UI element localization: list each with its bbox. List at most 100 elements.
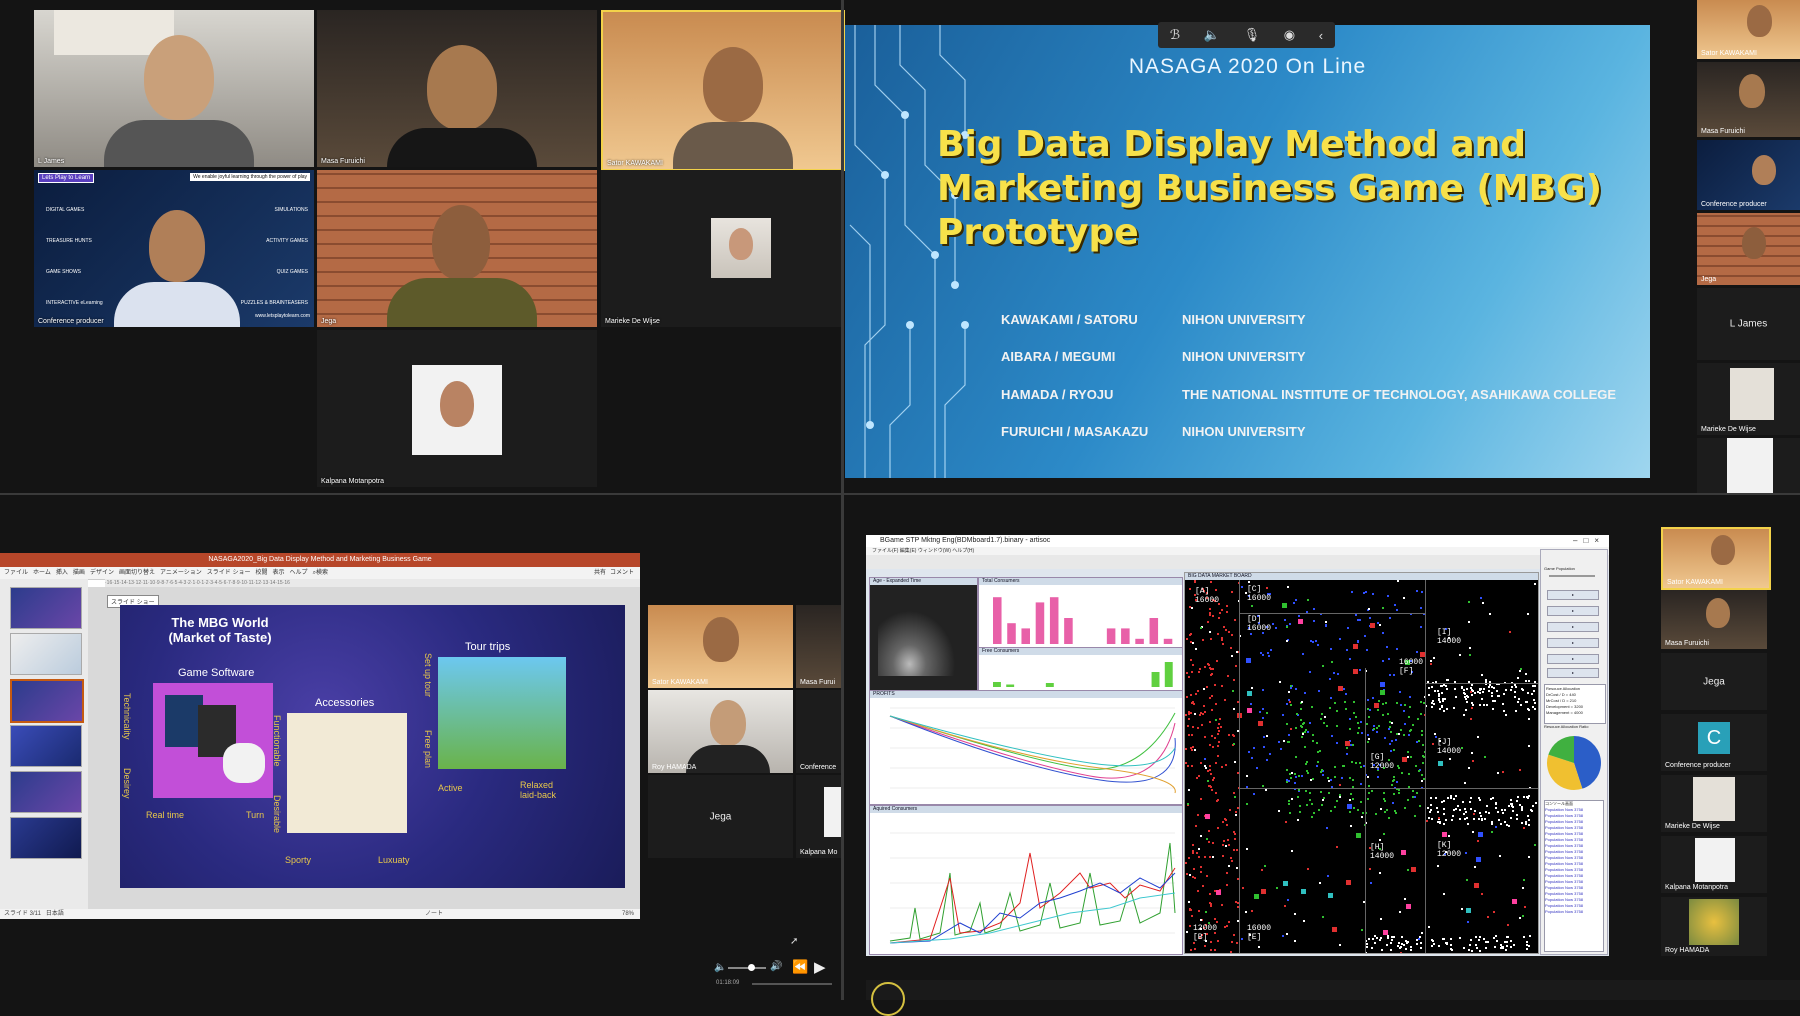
consumer-dot xyxy=(1189,633,1192,636)
ribbon-tab[interactable]: スライド ショー xyxy=(207,570,251,576)
control-button[interactable]: ▸ xyxy=(1547,590,1599,600)
br-tile-marieke[interactable]: Marieke De Wijse xyxy=(1661,775,1767,832)
br-tile-kalpana[interactable]: Kalpana Motanpotra xyxy=(1661,836,1767,893)
minimize-icon[interactable]: – xyxy=(1573,536,1583,545)
maximize-icon[interactable]: □ xyxy=(1583,536,1594,545)
video-tile-sator-kawakami[interactable]: Sator KAWAKAMI xyxy=(601,10,845,171)
participant-face xyxy=(440,381,474,427)
bluetooth-icon[interactable]: ℬ xyxy=(1170,27,1180,43)
strip-tile-sator[interactable]: Sator KAWAKAMI xyxy=(1697,0,1800,59)
bl-tile-conference[interactable]: Conference xyxy=(796,690,841,773)
video-tile-marieke[interactable]: Marieke De Wijse xyxy=(601,170,841,327)
ribbon-tab[interactable]: アニメーション xyxy=(160,570,202,576)
slide-thumbnail[interactable] xyxy=(10,587,82,629)
population-slider[interactable] xyxy=(1549,575,1595,577)
bl-tile-jega[interactable]: Jega xyxy=(648,775,793,858)
record-icon[interactable] xyxy=(871,982,905,1016)
rewind-icon[interactable]: ⏪ xyxy=(792,959,808,975)
microphone-icon[interactable]: 🎙 xyxy=(1244,27,1261,43)
consumer-dot xyxy=(1480,817,1483,820)
control-button[interactable]: ▸ xyxy=(1547,668,1599,678)
consumer-dot xyxy=(1472,813,1475,816)
consumer-dot xyxy=(1396,648,1399,651)
control-button[interactable]: ▸ xyxy=(1547,638,1599,648)
broadcast-icon[interactable]: ◉ xyxy=(1284,27,1295,43)
consumer-dot xyxy=(1285,703,1288,706)
video-tile-kalpana[interactable]: Kalpana Motanpotra xyxy=(317,330,597,487)
control-button[interactable]: ▸ xyxy=(1547,622,1599,632)
ribbon-tab[interactable]: 描画 xyxy=(73,570,85,576)
consumer-dot xyxy=(1403,733,1406,736)
consumer-dot xyxy=(1289,701,1292,704)
panel-title: Aquired Consumers xyxy=(870,806,1182,813)
ribbon-tab[interactable]: 校閲 xyxy=(255,570,267,576)
speaker-icon[interactable]: 🔈 xyxy=(1204,27,1220,43)
consumer-dot xyxy=(1301,652,1304,655)
ribbon-tab[interactable]: ファイル xyxy=(4,570,28,576)
volume-knob[interactable] xyxy=(748,964,755,971)
consumer-dot xyxy=(1375,731,1378,734)
consumer-dot xyxy=(1194,876,1197,879)
bl-tile-roy[interactable]: Roy HAMADA xyxy=(648,690,793,773)
share-button[interactable]: 共有 xyxy=(594,567,606,579)
strip-tile-kalpana[interactable] xyxy=(1697,438,1800,493)
consumer-dot xyxy=(1189,874,1191,877)
total-consumers-bar xyxy=(1049,597,1059,644)
consumer-dot xyxy=(1301,774,1304,777)
slide-thumbnail[interactable] xyxy=(10,725,82,767)
ribbon-tab[interactable]: 表示 xyxy=(273,570,285,576)
chevron-left-icon[interactable]: ‹ xyxy=(1319,28,1323,43)
control-button[interactable]: ▸ xyxy=(1547,654,1599,664)
consumer-dot xyxy=(1430,663,1433,666)
volume-up-icon[interactable]: 🔊 xyxy=(770,961,782,972)
strip-tile-marieke[interactable]: Marieke De Wijse xyxy=(1697,363,1800,435)
ribbon-tab[interactable]: 挿入 xyxy=(56,570,68,576)
video-tile-jega[interactable]: Jega xyxy=(317,170,597,327)
bl-tile-masa[interactable]: Masa Furui xyxy=(796,605,841,688)
ribbon-tab[interactable]: ホーム xyxy=(33,570,51,576)
consumer-dot xyxy=(1229,857,1232,860)
consumer-dot xyxy=(1437,693,1440,696)
volume-slider[interactable] xyxy=(728,964,766,971)
consumer-dot xyxy=(1190,765,1193,768)
ribbon-tab[interactable]: デザイン xyxy=(90,570,114,576)
comment-button[interactable]: コメント xyxy=(610,567,634,579)
ribbon-tab[interactable]: 画面切り替え xyxy=(119,570,155,576)
br-tile-sator[interactable]: Sator KAWAKAMI xyxy=(1661,527,1771,590)
notes-button[interactable]: ノート xyxy=(425,909,443,919)
consumer-dot xyxy=(1388,726,1391,729)
strip-tile-l-james[interactable]: L James xyxy=(1697,288,1800,360)
zoom-level[interactable]: 78% xyxy=(622,909,634,919)
bl-tile-kalpana[interactable]: Kalpana Mo xyxy=(796,775,841,858)
br-tile-roy[interactable]: Roy HAMADA xyxy=(1661,897,1767,956)
control-button[interactable]: ▸ xyxy=(1547,606,1599,616)
slide-thumbnail[interactable] xyxy=(10,817,82,859)
ribbon-search[interactable]: 検索 xyxy=(316,570,328,576)
strip-tile-conference[interactable]: Conference producer xyxy=(1697,140,1800,210)
play-icon[interactable]: ▶ xyxy=(814,958,826,976)
consumer-dot xyxy=(1421,734,1424,737)
consumer-dot xyxy=(1269,753,1272,756)
consumer-dot xyxy=(1321,769,1324,772)
video-tile-conference-producer[interactable]: Lets Play to Learn We enable joyful lear… xyxy=(34,170,314,327)
slide-thumbnail-active[interactable] xyxy=(10,679,84,723)
br-tile-conference[interactable]: C Conference producer xyxy=(1661,714,1767,771)
participant-face xyxy=(1742,227,1766,259)
video-tile-l-james[interactable]: L James xyxy=(34,10,314,167)
bl-tile-sator[interactable]: Sator KAWAKAMI xyxy=(648,605,793,688)
slide-thumbnail[interactable] xyxy=(10,633,82,675)
br-tile-jega[interactable]: Jega xyxy=(1661,653,1767,710)
br-tile-masa[interactable]: Masa Furuichi xyxy=(1661,590,1767,649)
company-marker xyxy=(1512,898,1518,904)
volume-icon[interactable]: 🔈 xyxy=(714,962,726,973)
strip-tile-jega[interactable]: Jega xyxy=(1697,213,1800,285)
consumer-dot xyxy=(1475,936,1478,939)
ribbon-tab[interactable]: ヘルプ xyxy=(290,570,308,576)
video-tile-masa-furuichi[interactable]: Masa Furuichi xyxy=(317,10,597,167)
consumer-dot xyxy=(1283,739,1286,742)
strip-tile-masa[interactable]: Masa Furuichi xyxy=(1697,62,1800,137)
close-icon[interactable]: × xyxy=(1594,536,1605,545)
consumer-dot xyxy=(1431,701,1434,704)
slide-thumbnail[interactable] xyxy=(10,771,82,813)
progress-bar[interactable] xyxy=(752,983,832,985)
